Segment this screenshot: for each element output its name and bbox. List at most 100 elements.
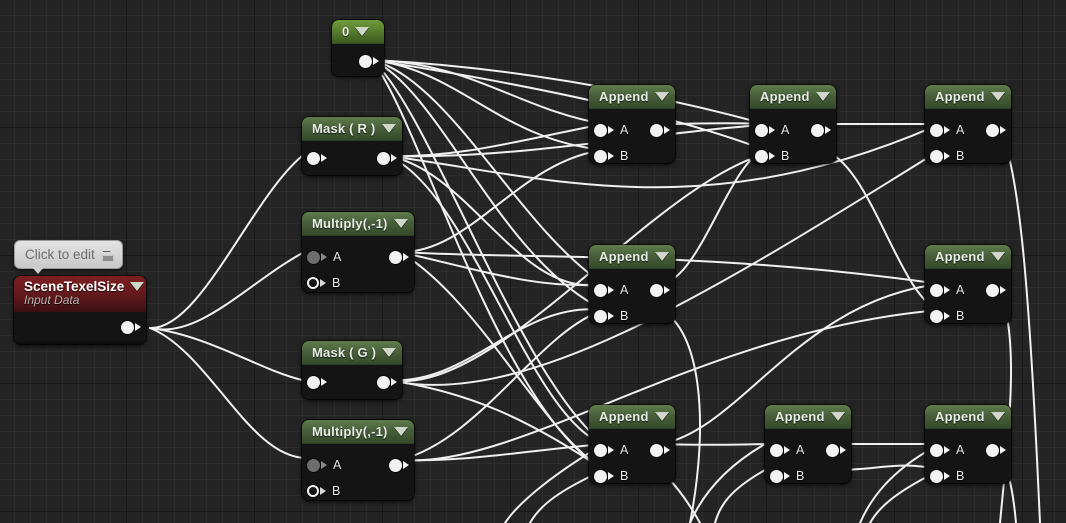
input-pin-b[interactable]: B: [930, 149, 964, 163]
output-pin[interactable]: [389, 458, 409, 472]
multiply-node-top[interactable]: Multiply(,-1) A B: [302, 212, 414, 292]
pin-label: A: [796, 443, 805, 457]
input-pin-a[interactable]: A: [770, 443, 804, 457]
mask-node-r[interactable]: Mask ( R ): [302, 117, 402, 175]
input-pin-a[interactable]: A: [930, 283, 964, 297]
output-pin[interactable]: [650, 123, 670, 137]
pin-dot-icon: [930, 309, 943, 323]
append-node-col1-row1[interactable]: Append A B: [589, 85, 675, 163]
chevron-down-icon[interactable]: [831, 412, 845, 421]
output-pin[interactable]: [811, 123, 831, 137]
append-node-col1-row2-header[interactable]: Append: [589, 245, 675, 269]
multiply-node-bottom[interactable]: Multiply(,-1) A B: [302, 420, 414, 500]
node-title: Append: [935, 89, 985, 104]
append-node-col3-row1[interactable]: Append A B: [925, 85, 1011, 163]
append-node-col3-row2-header[interactable]: Append: [925, 245, 1011, 269]
pin-arrow-icon: [608, 152, 614, 160]
append-node-col3-row3[interactable]: Append A B: [925, 405, 1011, 483]
multiply-node-top-header[interactable]: Multiply(,-1): [302, 212, 414, 236]
chevron-down-icon[interactable]: [655, 92, 669, 101]
material-graph-canvas[interactable]: 0 SceneTexelSize Input Data Mask ( R ) Mask …: [0, 0, 1066, 523]
chevron-down-icon[interactable]: [816, 92, 830, 101]
append-node-col2-row1-header[interactable]: Append: [750, 85, 836, 109]
wire: [399, 443, 605, 462]
pin-arrow-icon: [1000, 446, 1006, 454]
chevron-down-icon[interactable]: [394, 427, 408, 436]
input-pin-b[interactable]: B: [594, 149, 628, 163]
append-node-col1-row1-header[interactable]: Append: [589, 85, 675, 109]
chevron-down-icon[interactable]: [382, 124, 396, 133]
append-node-col1-row3[interactable]: Append A B: [589, 405, 675, 483]
input-pin-a[interactable]: A: [755, 123, 789, 137]
input-pin-b[interactable]: B: [930, 309, 964, 323]
pin-arrow-icon: [135, 323, 141, 331]
parameter-node-scenetexelsize-header[interactable]: SceneTexelSize Input Data: [14, 276, 146, 312]
output-pin[interactable]: [650, 283, 670, 297]
chevron-down-icon[interactable]: [655, 412, 669, 421]
input-pin-b[interactable]: B: [594, 309, 628, 323]
append-node-col2-row3-header[interactable]: Append: [765, 405, 851, 429]
input-pin-b[interactable]: B: [770, 469, 804, 483]
output-pin[interactable]: [986, 283, 1006, 297]
output-pin[interactable]: [986, 123, 1006, 137]
constant-node-zero[interactable]: 0: [332, 20, 384, 76]
chevron-down-icon[interactable]: [382, 348, 397, 357]
pin-label: A: [956, 283, 965, 297]
pin-label: B: [620, 309, 629, 323]
multiply-node-bottom-header[interactable]: Multiply(,-1): [302, 420, 414, 444]
input-pin-b[interactable]: B: [307, 484, 340, 498]
node-title: Append: [775, 409, 825, 424]
input-pin-b[interactable]: B: [594, 469, 628, 483]
output-pin[interactable]: [650, 443, 670, 457]
input-pin-a[interactable]: A: [594, 443, 628, 457]
chevron-down-icon[interactable]: [355, 27, 370, 36]
append-node-col3-row2-body: AB: [925, 269, 1011, 323]
append-node-col1-row2[interactable]: Append A B: [589, 245, 675, 323]
input-pin-a[interactable]: A: [594, 283, 628, 297]
wire: [399, 309, 605, 461]
input-pin-a[interactable]: A: [307, 250, 341, 264]
keyboard-icon: [101, 255, 114, 262]
chevron-down-icon[interactable]: [655, 252, 669, 261]
chevron-down-icon[interactable]: [991, 412, 1005, 421]
input-pin[interactable]: [307, 151, 327, 165]
chevron-down-icon[interactable]: [991, 252, 1005, 261]
output-pin[interactable]: [377, 151, 397, 165]
chevron-down-icon[interactable]: [130, 282, 145, 291]
input-pin-a[interactable]: A: [594, 123, 628, 137]
pin-arrow-icon: [944, 152, 950, 160]
append-node-col1-row3-header[interactable]: Append: [589, 405, 675, 429]
output-pin[interactable]: [359, 54, 379, 68]
append-node-col2-row3[interactable]: Append A B: [765, 405, 851, 483]
pin-arrow-icon: [373, 57, 379, 65]
output-pin[interactable]: [377, 375, 397, 389]
chevron-down-icon[interactable]: [394, 219, 408, 228]
input-pin-a[interactable]: A: [930, 123, 964, 137]
pin-arrow-icon: [1000, 286, 1006, 294]
constant-node-zero-header[interactable]: 0: [332, 20, 384, 44]
chevron-down-icon[interactable]: [991, 92, 1005, 101]
input-pin-b[interactable]: B: [307, 276, 340, 290]
input-pin-b[interactable]: B: [755, 149, 789, 163]
pin-arrow-icon: [608, 126, 614, 134]
mask-node-g-header[interactable]: Mask ( G ): [302, 341, 402, 365]
node-title: Append: [599, 409, 649, 424]
output-pin[interactable]: [121, 320, 141, 334]
append-node-col3-row3-header[interactable]: Append: [925, 405, 1011, 429]
input-pin-a[interactable]: A: [307, 458, 341, 472]
mask-node-g[interactable]: Mask ( G ): [302, 341, 402, 399]
output-pin[interactable]: [986, 443, 1006, 457]
append-node-col3-row1-header[interactable]: Append: [925, 85, 1011, 109]
input-pin-a[interactable]: A: [930, 443, 964, 457]
output-pin[interactable]: [389, 250, 409, 264]
output-pin[interactable]: [826, 443, 846, 457]
input-pin[interactable]: [307, 375, 327, 389]
append-node-col3-row2[interactable]: Append A B: [925, 245, 1011, 323]
pin-label: B: [620, 149, 629, 163]
input-pin-b[interactable]: B: [930, 469, 964, 483]
mask-node-r-header[interactable]: Mask ( R ): [302, 117, 402, 141]
pushpin-icon[interactable]: ⚊: [102, 245, 113, 255]
parameter-node-scenetexelsize[interactable]: SceneTexelSize Input Data: [14, 276, 146, 344]
append-node-col2-row1[interactable]: Append A B: [750, 85, 836, 163]
parameter-node-scenetexelsize-body: [14, 312, 146, 342]
